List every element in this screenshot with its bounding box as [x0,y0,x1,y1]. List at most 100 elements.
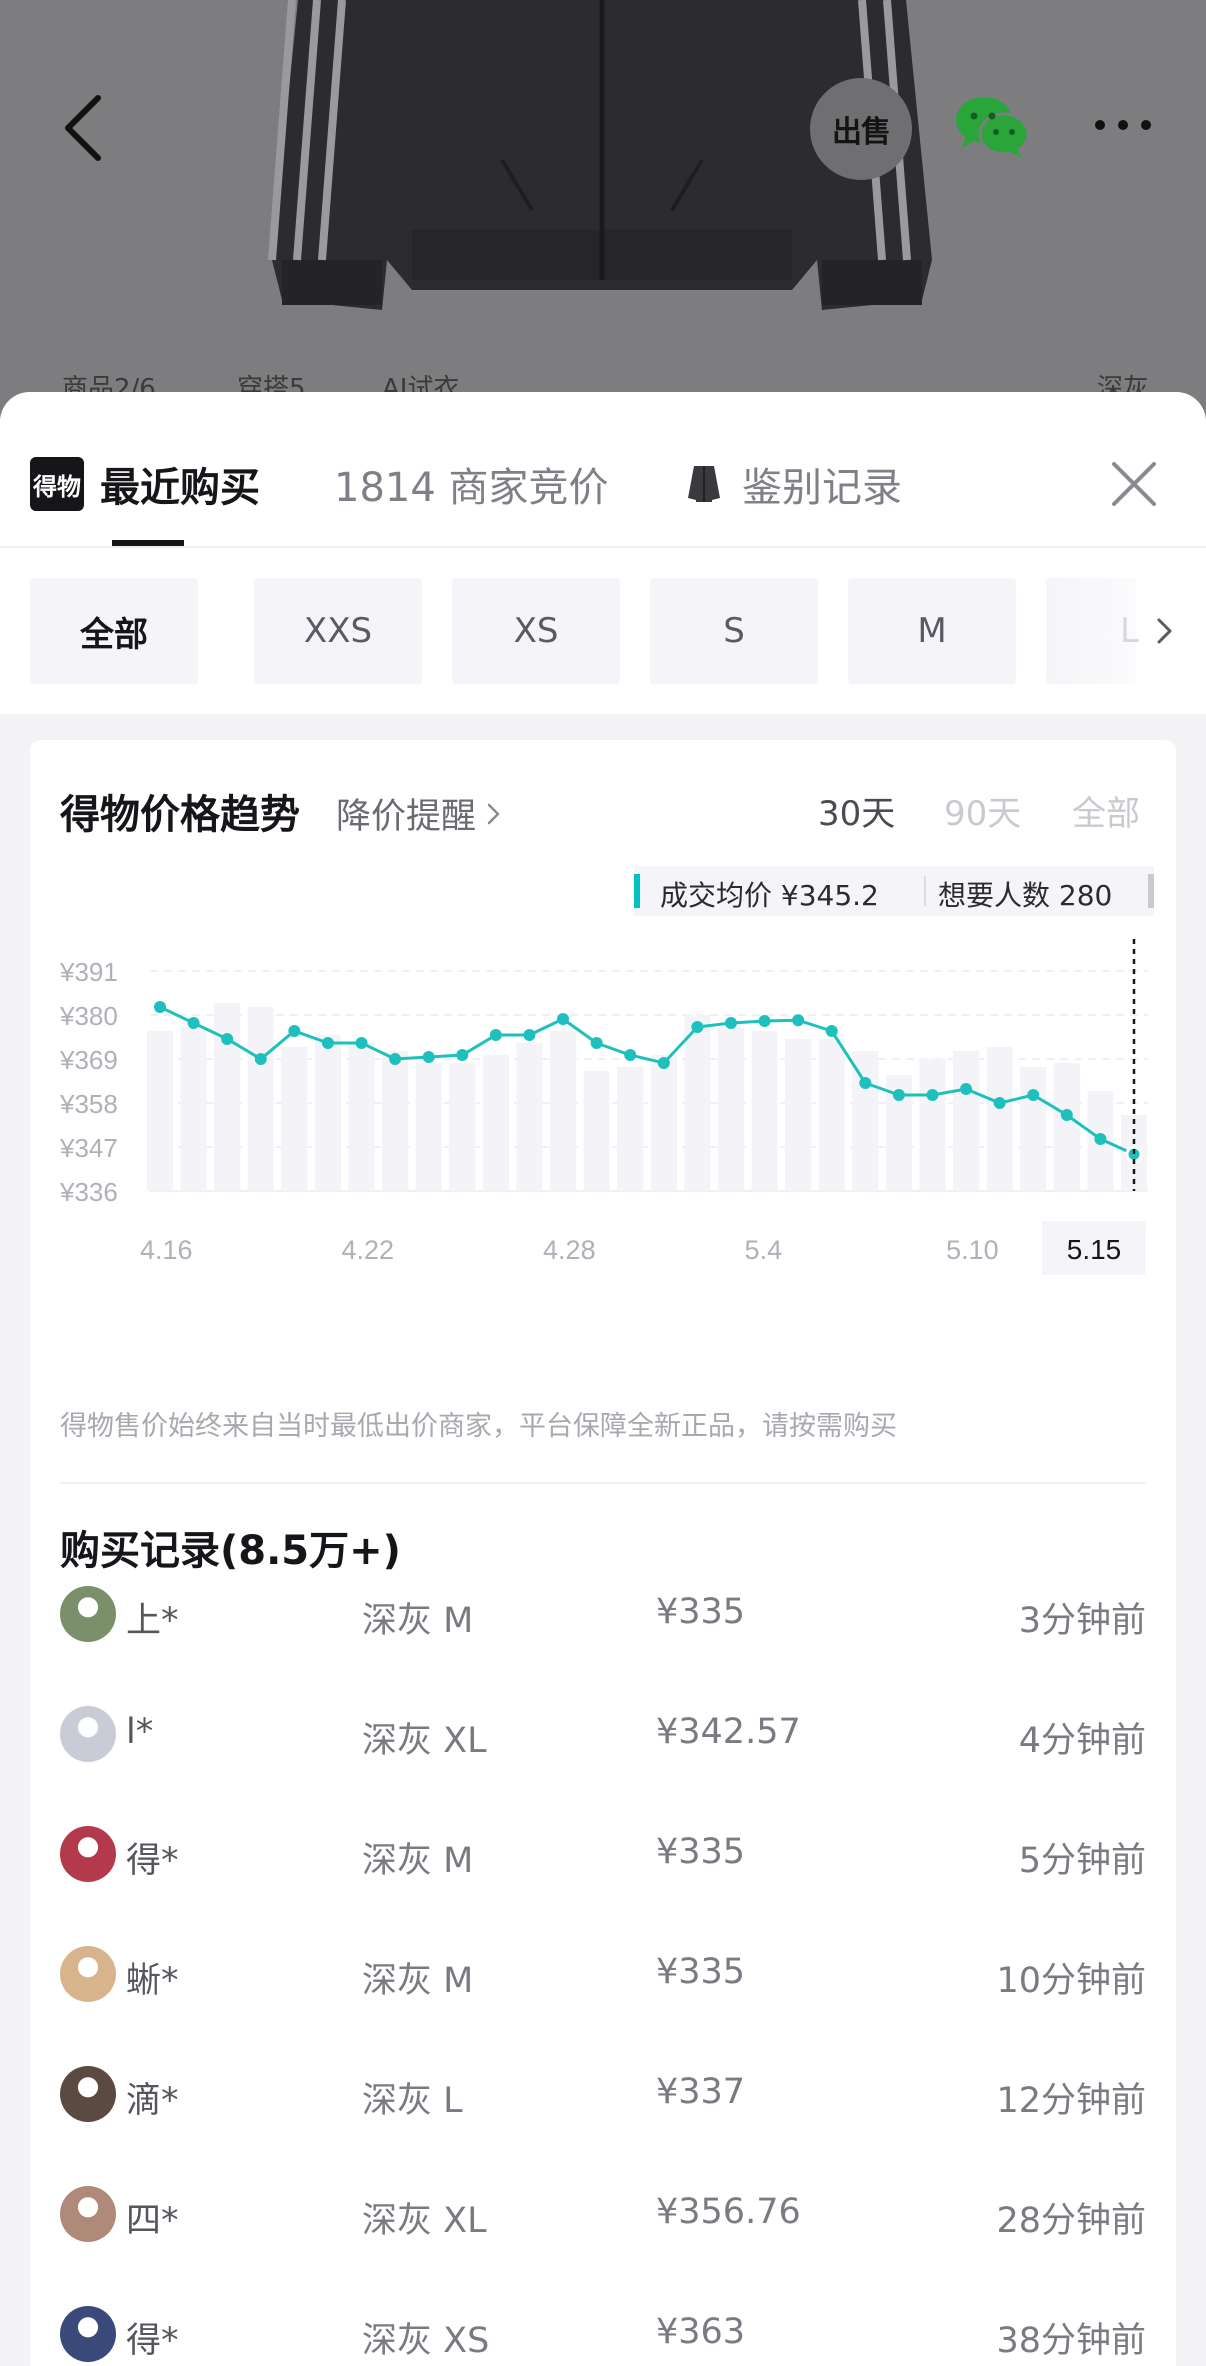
size-chip-xs[interactable]: XS [452,578,620,684]
want-count-bar [583,1071,610,1191]
chevron-right-icon [487,803,500,824]
purchase-record-row: 滴* 深灰 L ¥337 12分钟前 [60,2062,1146,2126]
purchase-record-row: 四* 深灰 XL ¥356.76 28分钟前 [60,2182,1146,2246]
price-point [624,1049,637,1061]
tab-authentication-records[interactable]: 鉴别记录 [686,452,902,516]
purchase-record-row: l* 深灰 XL ¥342.57 4分钟前 [60,1702,1146,1766]
price-point [254,1053,267,1065]
want-count-bar [382,1051,409,1191]
avatar [60,2066,116,2122]
recent-purchases-sheet: 得物 最近购买 1814 商家竞价 鉴别记录 全部 XXS XS S M L 得… [0,392,1206,2366]
tab-label: 鉴别记录 [742,465,902,511]
want-count-bar [281,1047,308,1191]
sheet-header: 得物 最近购买 1814 商家竞价 鉴别记录 全部 XXS XS S M L [0,392,1206,714]
y-tick-label: ¥336 [59,1177,118,1207]
purchase-price: ¥342.57 [656,1712,801,1752]
want-count-bar [952,1051,980,1191]
period-30-days[interactable]: 30天 [818,786,895,835]
want-count-marker [1148,874,1154,908]
y-tick-label: ¥391 [59,957,118,987]
price-trend-chart[interactable]: ¥391 ¥380 ¥369 ¥358 ¥347 ¥336 4.16 4.22 4.28 5.4 5… [30,920,1176,1275]
want-count-bar [180,1027,207,1191]
want-count-bar [717,1027,745,1191]
price-point [288,1025,301,1037]
size-chip-all[interactable]: 全部 [30,578,198,684]
x-tick-label: 5.4 [745,1235,783,1265]
purchase-record-row: 上* 深灰 M ¥335 3分钟前 [60,1582,1146,1646]
want-count-bar [684,1015,711,1191]
sell-button[interactable]: 出售 [810,78,912,180]
size-chip-s[interactable]: S [650,578,818,684]
want-count-bar [818,1039,845,1191]
sheet-tab-bar: 得物 最近购买 1814 商家竞价 鉴别记录 [0,392,1206,548]
price-point [590,1037,603,1049]
price-point [355,1037,368,1049]
tab-recent-purchases[interactable]: 得物 最近购买 [30,452,260,516]
period-all[interactable]: 全部 [1072,786,1140,835]
y-tick-label: ¥347 [59,1133,118,1163]
purchase-time: 12分钟前 [996,2081,1146,2121]
purchase-price: ¥335 [656,1832,746,1872]
avatar [60,1706,116,1762]
back-arrow-icon[interactable] [58,92,114,164]
price-point [724,1017,737,1029]
purchase-spec: 深灰 XL [362,1721,487,1761]
buyer-name: 得* [126,1841,179,1881]
want-count-bar [214,1003,241,1191]
want-count-bar [1020,1067,1047,1191]
price-point [422,1051,435,1063]
price-point [926,1089,939,1101]
tab-merchant-bids[interactable]: 1814 商家竞价 [334,452,609,516]
purchase-spec: 深灰 XL [362,2201,487,2241]
price-disclaimer: 得物售价始终来自当时最低出价商家，平台保障全新正品，请按需购买 [60,1411,897,1442]
purchase-spec: 深灰 M [362,1961,474,2001]
purchase-spec: 深灰 XS [362,2321,490,2361]
want-count-bar [986,1047,1013,1191]
price-point [557,1013,570,1025]
x-tick-label: 4.16 [140,1235,193,1265]
want-count-legend: 想要人数 280 [938,879,1113,912]
period-90-days[interactable]: 90天 [944,786,1021,835]
price-point [892,1089,905,1101]
size-chip-m[interactable]: M [848,578,1016,684]
tab-label: 1814 商家竞价 [334,465,609,511]
wechat-share-icon[interactable] [954,92,1030,162]
want-count-bar [751,1031,778,1191]
want-count-bar [852,1051,879,1191]
size-chip-xxs[interactable]: XXS [254,578,422,684]
want-count-bar [247,1007,274,1191]
dewu-logo-icon: 得物 [30,457,84,511]
jacket-thumbnail-icon [688,466,720,502]
price-point [523,1029,536,1041]
size-chip-l[interactable]: L [1046,578,1139,684]
avatar [60,1586,116,1642]
purchase-time: 5分钟前 [1018,1841,1146,1881]
close-icon[interactable] [1108,458,1160,510]
purchase-price: ¥335 [656,1952,746,1992]
price-trend-card: 得物价格趋势 降价提醒 30天 90天 全部 成交均价 ¥345.2 想要人数 … [30,740,1176,2366]
purchase-price: ¥337 [656,2072,746,2112]
price-point [1094,1133,1107,1145]
purchase-time: 4分钟前 [1018,1721,1146,1761]
more-options-icon[interactable] [1092,110,1154,140]
want-count-bar [314,1035,342,1191]
price-point [489,1029,502,1041]
avg-price-marker [634,874,640,908]
purchase-time: 28分钟前 [996,2201,1146,2241]
y-tick-label: ¥380 [59,1001,118,1031]
purchase-time: 3分钟前 [1018,1601,1146,1641]
purchase-time: 10分钟前 [996,1961,1146,2001]
price-point [758,1015,771,1027]
price-point [1027,1089,1040,1101]
buyer-name: l* [126,1712,154,1752]
price-point [389,1053,402,1065]
chevron-right-icon[interactable] [1148,614,1182,648]
want-count-bar [449,1063,476,1191]
want-count-bar [549,1031,577,1191]
purchase-spec: 深灰 L [362,2081,463,2121]
want-count-bar [919,1059,946,1191]
avg-price-legend: 成交均价 ¥345.2 [660,879,879,912]
price-drop-alert-button[interactable]: 降价提醒 [336,788,504,839]
want-count-bar [650,1055,677,1191]
product-image-area: 出售 商品2/6 穿搭5 AI试衣 深灰 [0,0,1206,420]
